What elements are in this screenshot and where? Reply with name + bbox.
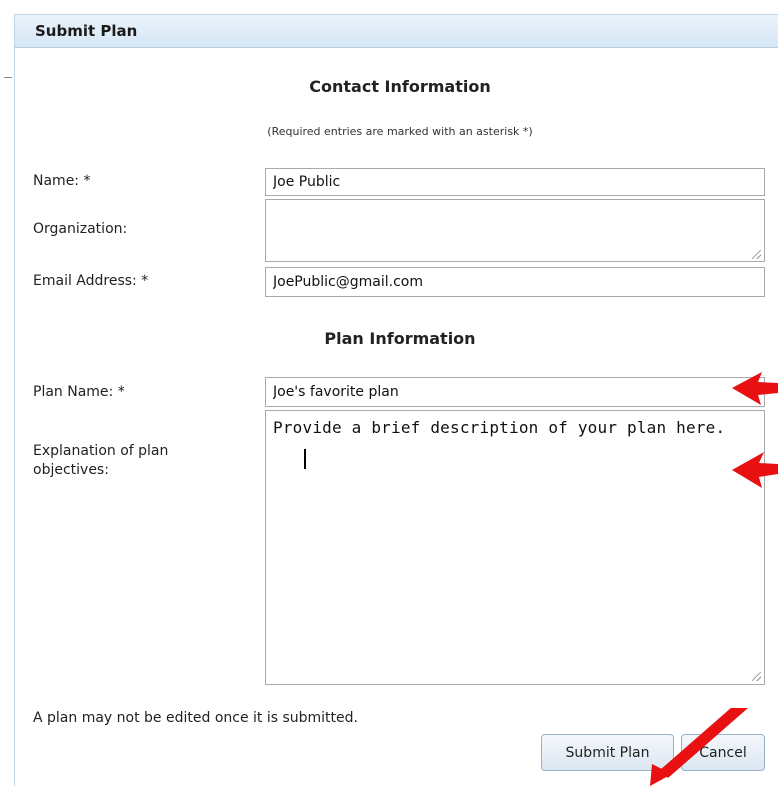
email-label: Email Address: * <box>33 273 149 289</box>
submit-plan-button[interactable]: Submit Plan <box>541 734 674 771</box>
text-cursor <box>304 449 306 469</box>
objectives-textarea[interactable]: Provide a brief description of your plan… <box>265 410 765 685</box>
dialog-titlebar[interactable]: Submit Plan <box>14 14 778 48</box>
email-input[interactable] <box>265 267 765 297</box>
edit-warning-note: A plan may not be edited once it is subm… <box>33 710 358 726</box>
dialog-title: Submit Plan <box>35 22 138 40</box>
objectives-label: Explanation of plan objectives: <box>33 443 169 478</box>
plan-heading: Plan Information <box>324 329 476 348</box>
name-label: Name: * <box>33 173 91 189</box>
page-edge-line <box>4 77 12 78</box>
cancel-button[interactable]: Cancel <box>681 734 765 771</box>
organization-label: Organization: <box>33 221 128 237</box>
plan-name-label: Plan Name: * <box>33 384 125 400</box>
contact-heading: Contact Information <box>309 77 491 96</box>
required-note: (Required entries are marked with an ast… <box>267 125 533 138</box>
name-input[interactable] <box>265 168 765 196</box>
organization-textarea[interactable] <box>265 199 765 262</box>
plan-name-input[interactable] <box>265 377 765 407</box>
